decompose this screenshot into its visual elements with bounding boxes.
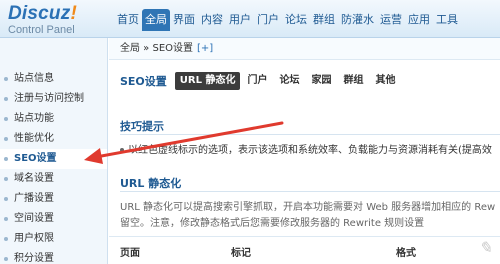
tab-bar: SEO设置 URL 静态化 门户 论坛 家园 群组 其他 [120, 72, 402, 90]
sidebar-item-permissions[interactable]: 用户权限 [0, 229, 107, 249]
sidebar-item-registration[interactable]: 注册与访问控制 [0, 89, 107, 109]
divider [120, 191, 500, 192]
nav-users[interactable]: 用户 [226, 9, 254, 31]
column-header-format: 格式 [396, 248, 416, 259]
logo-brand: Discuz! [8, 3, 77, 24]
nav-antispam[interactable]: 防灌水 [338, 9, 377, 31]
bullet-icon [4, 217, 8, 221]
sidebar-item-site-features[interactable]: 站点功能 [0, 109, 107, 129]
divider [120, 134, 500, 135]
nav-operations[interactable]: 运营 [377, 9, 405, 31]
breadcrumb-text: 全局 » SEO设置 [120, 43, 194, 54]
top-nav: 首页 全局 界面 内容 用户 门户 论坛 群组 防灌水 运营 应用 工具 [114, 9, 461, 31]
main-content: 全局 » SEO设置 [+] SEO设置 URL 静态化 门户 论坛 家园 群组 … [109, 38, 500, 264]
nav-forum[interactable]: 论坛 [282, 9, 310, 31]
url-description-line-2: 留空。注意，修改静态格式后您需要修改服务器的 Rewrite 规则设置 [120, 218, 425, 229]
tip-item: 以红色虚线标示的选项，表示该选项和系统效率、负载能力与资源消耗有关(提高效 [120, 141, 492, 156]
tab-groups[interactable]: 群组 [338, 72, 368, 90]
nav-interface[interactable]: 界面 [170, 9, 198, 31]
tips-title: 技巧提示 [120, 120, 164, 133]
nav-portal[interactable]: 门户 [254, 9, 282, 31]
bullet-icon [4, 157, 8, 161]
tab-forum[interactable]: 论坛 [274, 72, 304, 90]
tab-url-static[interactable]: URL 静态化 [174, 72, 241, 90]
sidebar-item-seo[interactable]: SEO设置 [0, 149, 107, 169]
tab-bar-title: SEO设置 [120, 75, 167, 88]
sidebar-item-broadcast[interactable]: 广播设置 [0, 189, 107, 209]
bullet-icon [4, 257, 8, 261]
url-section-title: URL 静态化 [120, 177, 182, 190]
bullet-icon [120, 148, 124, 152]
tab-portal[interactable]: 门户 [242, 72, 272, 90]
nav-global[interactable]: 全局 [142, 9, 170, 31]
sidebar-item-domain[interactable]: 域名设置 [0, 169, 107, 189]
nav-tools[interactable]: 工具 [433, 9, 461, 31]
nav-apps[interactable]: 应用 [405, 9, 433, 31]
bullet-icon [4, 77, 8, 81]
sidebar-item-site-info[interactable]: 站点信息 [0, 69, 107, 89]
tab-home[interactable]: 家园 [306, 72, 336, 90]
column-header-tag: 标记 [231, 248, 251, 259]
sidebar-item-performance[interactable]: 性能优化 [0, 129, 107, 149]
watermark: ✎ [478, 238, 492, 257]
bullet-icon [4, 137, 8, 141]
breadcrumb: 全局 » SEO设置 [+] [109, 38, 500, 60]
sidebar-item-credits[interactable]: 积分设置 [0, 249, 107, 264]
top-header: Discuz! Control Panel 首页 全局 界面 内容 用户 门户 … [0, 0, 500, 38]
table-header-row: 页面 标记 格式 [109, 236, 500, 264]
bullet-icon [4, 117, 8, 121]
add-shortcut-link[interactable]: [+] [197, 43, 213, 54]
logo-subtitle: Control Panel [8, 24, 75, 36]
bullet-icon [4, 177, 8, 181]
bullet-icon [4, 97, 8, 101]
sidebar: 站点信息 注册与访问控制 站点功能 性能优化 SEO设置 域名设置 广播设置 空… [0, 38, 108, 264]
bullet-icon [4, 237, 8, 241]
column-header-page: 页面 [120, 248, 140, 259]
tab-other[interactable]: 其他 [370, 72, 400, 90]
nav-home[interactable]: 首页 [114, 9, 142, 31]
logo: Discuz! Control Panel [8, 4, 112, 37]
url-description-line-1: URL 静态化可以提高搜索引擎抓取，开启本功能需要对 Web 服务器增加相应的 … [120, 202, 496, 213]
bullet-icon [4, 197, 8, 201]
sidebar-item-space[interactable]: 空间设置 [0, 209, 107, 229]
nav-groups[interactable]: 群组 [310, 9, 338, 31]
nav-content[interactable]: 内容 [198, 9, 226, 31]
